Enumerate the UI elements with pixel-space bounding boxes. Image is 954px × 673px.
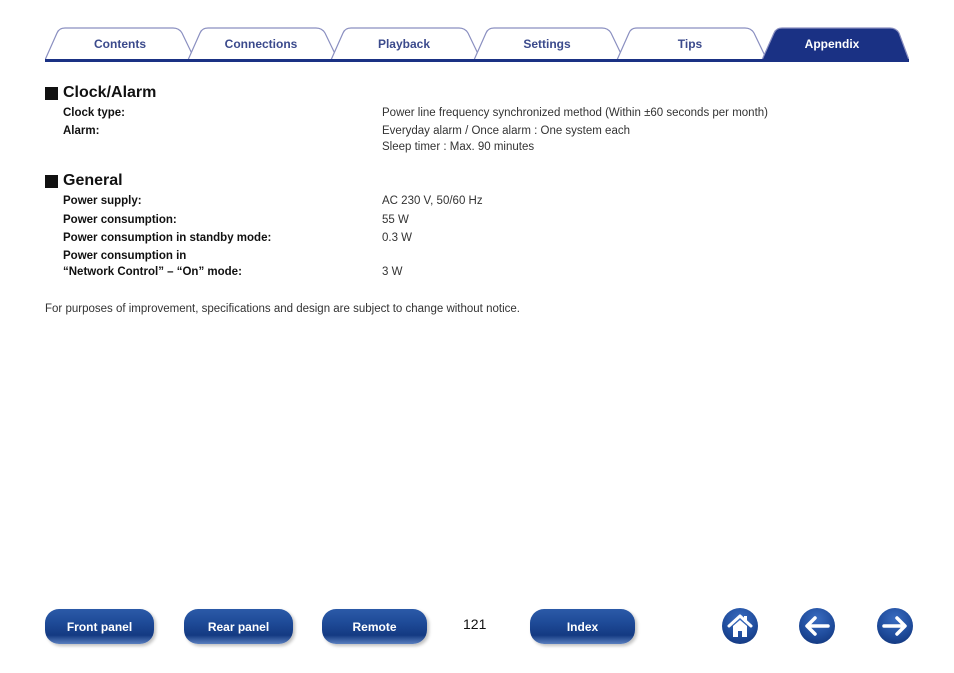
page-number: 121 [463,616,487,632]
index-button[interactable]: Index [530,609,635,644]
tab-contents[interactable]: Contents [55,37,185,51]
arrow-right-icon [882,616,907,636]
tab-bar: Contents Connections Playback Settings T… [45,27,909,62]
tab-settings[interactable]: Settings [482,37,612,51]
spec-value-network-control: 3 W [382,266,403,278]
spec-label-clock-type: Clock type: [63,107,125,119]
back-button[interactable] [799,608,835,644]
spec-value-power-consumption: 55 W [382,214,409,226]
tab-rule [45,59,909,62]
section-title-text: General [63,172,123,189]
spec-label-power-supply: Power supply: [63,195,142,207]
front-panel-button[interactable]: Front panel [45,609,154,644]
spec-label-power-consumption: Power consumption: [63,214,177,226]
spec-value-alarm: Everyday alarm / Once alarm : One system… [382,125,630,137]
tab-appendix[interactable]: Appendix [767,37,897,51]
tab-connections[interactable]: Connections [196,37,326,51]
home-button[interactable] [722,608,758,644]
arrow-left-icon [805,616,830,636]
spec-value-power-supply: AC 230 V, 50/60 Hz [382,195,483,207]
square-bullet-icon [45,174,58,188]
home-icon [727,614,753,637]
spec-value-clock-type: Power line frequency synchronized method… [382,107,769,119]
spec-label-network-control: Power consumption in [63,250,187,262]
section-title-clock-alarm: Clock/Alarm [45,84,156,102]
spec-label-standby: Power consumption in standby mode: [63,232,272,244]
section-title-text: Clock/Alarm [63,84,157,101]
spec-label-network-control-2: “Network Control” – “On” mode: [63,266,242,278]
spec-label-alarm: Alarm: [63,125,100,137]
tab-playback[interactable]: Playback [339,37,469,51]
section-title-general: General [45,172,123,190]
forward-button[interactable] [877,608,913,644]
remote-button[interactable]: Remote [322,609,427,644]
rear-panel-button[interactable]: Rear panel [184,609,293,644]
square-bullet-icon [45,86,58,100]
footnote: For purposes of improvement, specificati… [45,303,520,315]
tab-tips[interactable]: Tips [625,37,755,51]
spec-value-standby: 0.3 W [382,232,413,244]
spec-value-sleep-timer: Sleep timer : Max. 90 minutes [382,141,535,153]
